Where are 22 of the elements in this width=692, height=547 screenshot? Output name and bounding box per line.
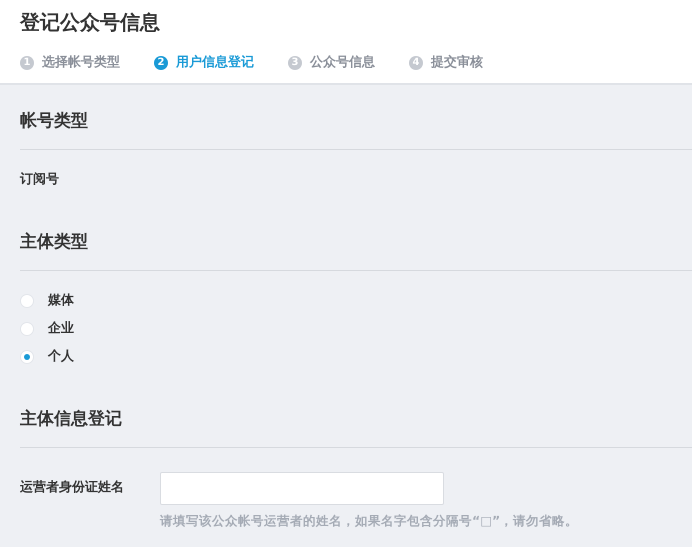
step-label: 提交审核 (431, 54, 483, 72)
account-type-value: 订阅号 (20, 170, 59, 188)
radio-button[interactable] (20, 350, 34, 364)
radio-label: 媒体 (48, 292, 74, 310)
step-number: 3 (288, 56, 302, 70)
step-number: 2 (154, 56, 168, 70)
page-title: 登记公众号信息 (20, 9, 161, 36)
section-heading: 主体类型 (20, 190, 692, 270)
radio-button[interactable] (20, 322, 34, 336)
section-heading: 帐号类型 (20, 84, 692, 150)
hint-text: 请填写该公众帐号运营者的姓名，如果名字包含分隔号“□”，请勿省略。 (160, 512, 580, 530)
radio-label: 企业 (48, 320, 74, 338)
radio-button[interactable] (20, 294, 34, 308)
step-number: 1 (20, 56, 34, 70)
field-label: 运营者身份证姓名 (20, 479, 125, 498)
step-number: 4 (409, 56, 423, 70)
radio-label: 个人 (48, 348, 74, 366)
name-input-field[interactable] (160, 472, 444, 504)
step-label: 公众号信息 (310, 54, 375, 72)
section-heading: 主体信息登记 (20, 366, 692, 448)
step-label: 选择帐号类型 (42, 54, 120, 72)
step-label: 用户信息登记 (176, 54, 254, 72)
